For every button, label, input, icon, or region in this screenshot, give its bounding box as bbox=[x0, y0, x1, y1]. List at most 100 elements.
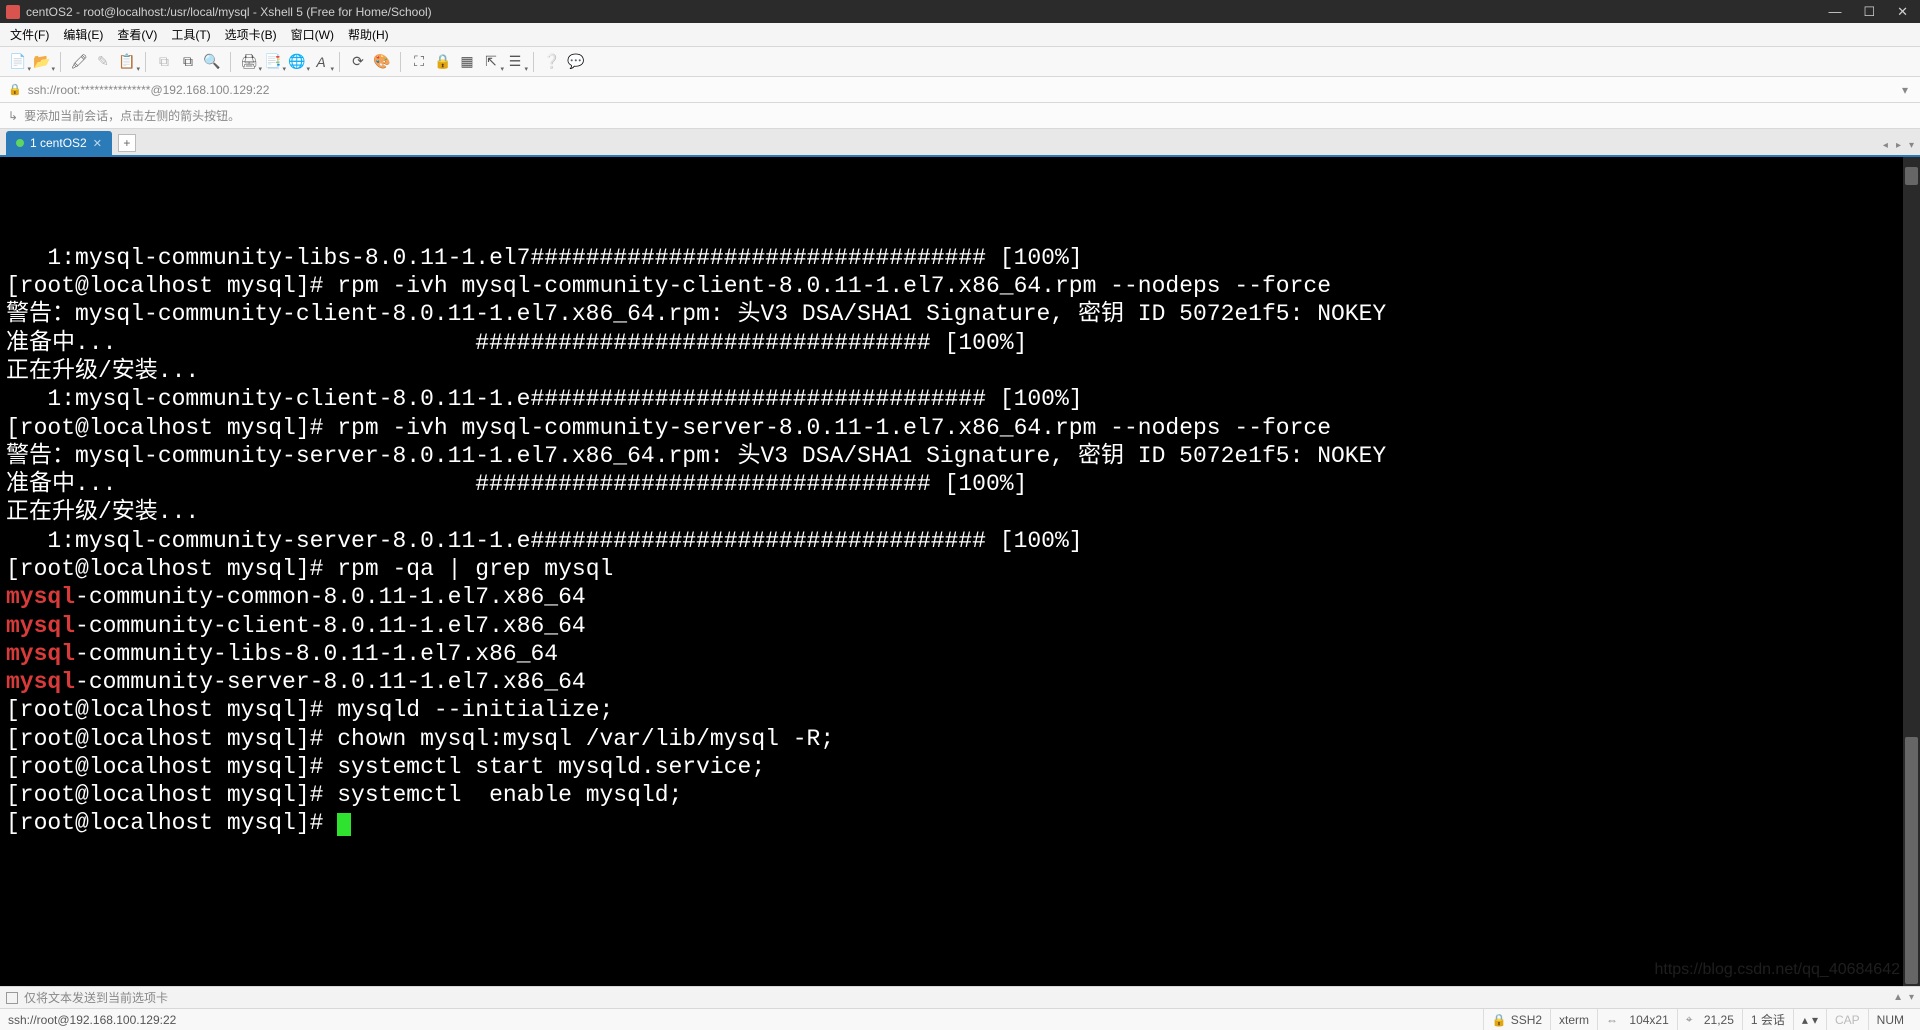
terminal-line: 警告：mysql-community-client-8.0.11-1.el7.x… bbox=[6, 300, 1914, 328]
terminal-line: [root@localhost mysql]# rpm -ivh mysql-c… bbox=[6, 414, 1914, 442]
add-tab-button[interactable]: + bbox=[118, 134, 136, 152]
new-session-icon[interactable]: 📄 bbox=[8, 52, 28, 72]
menu-edit[interactable]: 编辑(E) bbox=[63, 26, 103, 43]
search-icon[interactable]: 🔍 bbox=[202, 52, 222, 72]
titlebar: centOS2 - root@localhost:/usr/local/mysq… bbox=[0, 0, 1920, 23]
open-session-icon[interactable]: 📂 bbox=[32, 52, 52, 72]
close-button[interactable]: ✕ bbox=[1897, 4, 1908, 20]
refresh-icon[interactable]: ⟳ bbox=[348, 52, 368, 72]
tab-nav-left-icon[interactable]: ◂ bbox=[1883, 140, 1888, 151]
copy2-icon[interactable]: ⧉ bbox=[178, 52, 198, 72]
toolbar-separator bbox=[230, 52, 231, 72]
status-nav[interactable]: ▴▾ bbox=[1793, 1009, 1826, 1030]
terminal-scrollbar[interactable] bbox=[1903, 157, 1920, 986]
app-icon bbox=[6, 5, 20, 19]
hint-text: 要添加当前会话，点击左侧的箭头按钮。 bbox=[24, 107, 240, 124]
lock-tool-icon[interactable]: 🔒 bbox=[433, 52, 453, 72]
terminal-line: 准备中... #################################… bbox=[6, 329, 1914, 357]
tile-icon[interactable]: ▦ bbox=[457, 52, 477, 72]
status-num: NUM bbox=[1868, 1009, 1912, 1030]
edit-icon[interactable]: ✎ bbox=[93, 52, 113, 72]
toolbar-separator bbox=[60, 52, 61, 72]
toolbar-separator bbox=[339, 52, 340, 72]
connection-status-icon bbox=[16, 139, 24, 147]
tab-strip-right: ◂ ▸ ▾ bbox=[1883, 140, 1914, 155]
terminal-line: 正在升级/安装... bbox=[6, 357, 1914, 385]
tab-nav-right-icon[interactable]: ▸ bbox=[1896, 140, 1901, 151]
lock-icon: 🔒 bbox=[8, 83, 22, 96]
watermark: https://blog.csdn.net/qq_40684642 bbox=[1654, 960, 1900, 980]
menu-tools[interactable]: 工具(T) bbox=[171, 26, 210, 43]
terminal-line: [root@localhost mysql]# rpm -ivh mysql-c… bbox=[6, 272, 1914, 300]
terminal-line: [root@localhost mysql]# mysqld --initial… bbox=[6, 696, 1914, 724]
toolbar-separator bbox=[400, 52, 401, 72]
tab-list-icon[interactable]: ▾ bbox=[1909, 140, 1914, 151]
sendbar-dd-icon[interactable]: ▾ bbox=[1909, 992, 1914, 1003]
send-bar: 仅将文本发送到当前选项卡 ▲ ▾ bbox=[0, 986, 1920, 1008]
address-dropdown-icon[interactable]: ▾ bbox=[1898, 83, 1912, 97]
status-cursor-pos: ⌖ 21,25 bbox=[1677, 1009, 1742, 1030]
palette-icon[interactable]: 🎨 bbox=[372, 52, 392, 72]
minimize-button[interactable]: — bbox=[1828, 4, 1841, 20]
sendbar-up-icon[interactable]: ▲ bbox=[1893, 992, 1903, 1003]
terminal-line: 1:mysql-community-libs-8.0.11-1.el7#####… bbox=[6, 244, 1914, 272]
status-connection: ssh://root@192.168.100.129:22 bbox=[8, 1013, 176, 1027]
terminal-line: mysql-community-client-8.0.11-1.el7.x86_… bbox=[6, 612, 1914, 640]
chat-icon[interactable]: 💬 bbox=[566, 52, 586, 72]
terminal-line: 警告：mysql-community-server-8.0.11-1.el7.x… bbox=[6, 442, 1914, 470]
tab-label: 1 centOS2 bbox=[30, 136, 87, 150]
address-text[interactable]: ssh://root:***************@192.168.100.1… bbox=[28, 83, 270, 97]
send-checkbox[interactable] bbox=[6, 992, 18, 1004]
terminal-line: mysql-community-server-8.0.11-1.el7.x86_… bbox=[6, 668, 1914, 696]
tab-strip: 1 centOS2 ✕ + ◂ ▸ ▾ bbox=[0, 129, 1920, 157]
scrollbar-thumb[interactable] bbox=[1905, 737, 1918, 969]
fullscreen-icon[interactable]: ⛶ bbox=[409, 52, 429, 72]
status-size: ⇔ 104x21 bbox=[1597, 1009, 1677, 1030]
menu-view[interactable]: 查看(V) bbox=[117, 26, 157, 43]
address-bar: 🔒 ssh://root:***************@192.168.100… bbox=[0, 77, 1920, 103]
session-tab[interactable]: 1 centOS2 ✕ bbox=[6, 131, 112, 155]
ssh-lock-icon: 🔒 bbox=[1492, 1013, 1507, 1027]
export-icon[interactable]: ⇱ bbox=[481, 52, 501, 72]
print-icon[interactable]: 🖨 bbox=[239, 52, 259, 72]
status-sessions: 1 会话 bbox=[1742, 1009, 1793, 1030]
terminal-line: 1:mysql-community-client-8.0.11-1.e#####… bbox=[6, 385, 1914, 413]
hint-bar: ↳ 要添加当前会话，点击左侧的箭头按钮。 bbox=[0, 103, 1920, 129]
menu-window[interactable]: 窗口(W) bbox=[291, 26, 334, 43]
window-buttons: — ☐ ✕ bbox=[1828, 4, 1908, 20]
toolbar-separator bbox=[145, 52, 146, 72]
scrollbar-down-button[interactable] bbox=[1905, 966, 1918, 984]
menu-tabs[interactable]: 选项卡(B) bbox=[225, 26, 277, 43]
terminal-line: mysql-community-libs-8.0.11-1.el7.x86_64 bbox=[6, 640, 1914, 668]
toolbar: 📄 📂 🖍 ✎ 📋 ⧉ ⧉ 🔍 🖨 📑 🌐 A ⟳ 🎨 ⛶ 🔒 ▦ ⇱ ☰ ❔ … bbox=[0, 47, 1920, 77]
terminal[interactable]: https://blog.csdn.net/qq_40684642 1:mysq… bbox=[0, 157, 1920, 986]
terminal-line: [root@localhost mysql]# bbox=[6, 809, 1914, 837]
status-term: xterm bbox=[1550, 1009, 1597, 1030]
window-title: centOS2 - root@localhost:/usr/local/mysq… bbox=[26, 5, 1828, 19]
highlight-icon[interactable]: 🖍 bbox=[69, 52, 89, 72]
status-ssh: 🔒SSH2 bbox=[1483, 1009, 1550, 1030]
transfer-icon[interactable]: 📑 bbox=[263, 52, 283, 72]
layout-icon[interactable]: ☰ bbox=[505, 52, 525, 72]
scrollbar-up-button[interactable] bbox=[1905, 167, 1918, 185]
send-bar-right: ▲ ▾ bbox=[1893, 992, 1914, 1003]
hint-arrow-icon[interactable]: ↳ bbox=[8, 109, 18, 123]
terminal-line: [root@localhost mysql]# systemctl enable… bbox=[6, 781, 1914, 809]
tab-close-icon[interactable]: ✕ bbox=[93, 137, 102, 150]
copy-icon[interactable]: ⧉ bbox=[154, 52, 174, 72]
menu-file[interactable]: 文件(F) bbox=[10, 26, 49, 43]
clipboard-tool-icon[interactable]: 📋 bbox=[117, 52, 137, 72]
font-icon[interactable]: A bbox=[311, 52, 331, 72]
grep-match: mysql bbox=[6, 613, 75, 639]
status-cap: CAP bbox=[1826, 1009, 1868, 1030]
help-tool-icon[interactable]: ❔ bbox=[542, 52, 562, 72]
status-down-icon[interactable]: ▾ bbox=[1812, 1013, 1818, 1027]
terminal-line: 正在升级/安装... bbox=[6, 498, 1914, 526]
globe-icon[interactable]: 🌐 bbox=[287, 52, 307, 72]
terminal-cursor bbox=[337, 813, 351, 836]
maximize-button[interactable]: ☐ bbox=[1863, 4, 1875, 20]
menu-help[interactable]: 帮助(H) bbox=[348, 26, 389, 43]
status-up-icon[interactable]: ▴ bbox=[1802, 1013, 1808, 1027]
grep-match: mysql bbox=[6, 584, 75, 610]
terminal-line: 1:mysql-community-server-8.0.11-1.e#####… bbox=[6, 527, 1914, 555]
